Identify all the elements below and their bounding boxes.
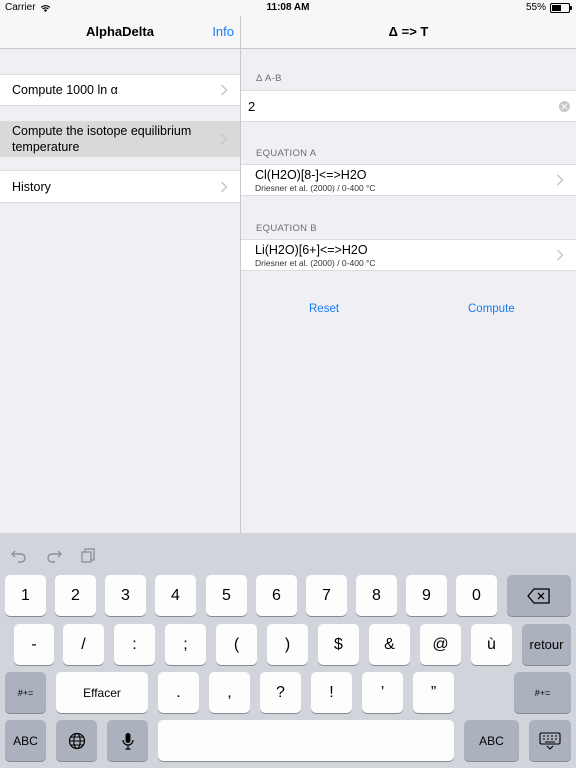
- key-9[interactable]: 9: [406, 575, 447, 616]
- symbols-key-right[interactable]: #+=: [514, 672, 571, 713]
- key-open-paren[interactable]: (: [216, 624, 257, 665]
- chevron-right-icon: [220, 133, 228, 145]
- detail-pane: Δ => T Δ A-B EQUATION A Cl(H2O)[8-]<=>H2…: [241, 16, 576, 533]
- key-0[interactable]: 0: [456, 575, 497, 616]
- key-u-grave[interactable]: ù: [471, 624, 512, 665]
- hide-keyboard-key[interactable]: [529, 720, 571, 761]
- equation-b-title: Li(H2O)[6+]<=>H2O: [255, 243, 368, 257]
- key-8[interactable]: 8: [356, 575, 397, 616]
- master-pane: AlphaDelta Info Compute 1000 ln α Comput…: [0, 16, 240, 533]
- equation-b-header: EQUATION B: [256, 223, 317, 234]
- key-at[interactable]: @: [420, 624, 461, 665]
- effacer-key[interactable]: Effacer: [56, 672, 148, 713]
- equation-a-cell[interactable]: Cl(H2O)[8-]<=>H2O Driesner et al. (2000)…: [241, 164, 576, 196]
- compute-button[interactable]: Compute: [468, 303, 515, 315]
- paste-icon[interactable]: [80, 547, 98, 563]
- battery-fill: [552, 4, 561, 11]
- key-6[interactable]: 6: [256, 575, 297, 616]
- keyboard-dismiss-icon: [539, 731, 561, 750]
- key-1[interactable]: 1: [5, 575, 46, 616]
- status-time: 11:08 AM: [266, 2, 310, 13]
- chevron-right-icon: [220, 84, 228, 96]
- delta-field: [241, 90, 576, 122]
- menu-item-history[interactable]: History: [0, 170, 240, 203]
- equation-a-subtitle: Driesner et al. (2000) / 0-400 °C: [255, 183, 376, 193]
- chevron-right-icon: [556, 174, 564, 186]
- key-hyphen[interactable]: -: [14, 624, 54, 665]
- space-key[interactable]: [158, 720, 454, 761]
- reset-button[interactable]: Reset: [309, 303, 339, 315]
- key-3[interactable]: 3: [105, 575, 146, 616]
- status-right: 55%: [525, 2, 572, 13]
- key-apostrophe[interactable]: ’: [362, 672, 403, 713]
- microphone-icon: [121, 732, 134, 750]
- backspace-icon: [527, 587, 550, 604]
- key-ampersand[interactable]: &: [369, 624, 410, 665]
- key-7[interactable]: 7: [306, 575, 347, 616]
- key-period[interactable]: .: [158, 672, 199, 713]
- detail-navbar: Δ => T: [241, 16, 576, 49]
- key-quote[interactable]: ”: [413, 672, 454, 713]
- keyboard: 1 2 3 4 5 6 7 8 9 0 - / : ; ( ) $ & @ ù …: [0, 533, 576, 768]
- key-close-paren[interactable]: ): [267, 624, 308, 665]
- key-2[interactable]: 2: [55, 575, 96, 616]
- equation-b-subtitle: Driesner et al. (2000) / 0-400 °C: [255, 258, 376, 268]
- detail-title: Δ => T: [388, 24, 429, 39]
- key-4[interactable]: 4: [155, 575, 196, 616]
- abc-key-left[interactable]: ABC: [5, 720, 46, 761]
- menu-item-compute-ln-alpha[interactable]: Compute 1000 ln α: [0, 74, 240, 106]
- backspace-key[interactable]: [507, 575, 571, 616]
- master-title: AlphaDelta: [86, 24, 154, 39]
- key-comma[interactable]: ,: [209, 672, 250, 713]
- key-5[interactable]: 5: [206, 575, 247, 616]
- redo-icon[interactable]: [45, 547, 63, 563]
- info-button[interactable]: Info: [212, 24, 234, 39]
- equation-a-header: EQUATION A: [256, 148, 317, 159]
- dictation-key[interactable]: [107, 720, 148, 761]
- globe-key[interactable]: [56, 720, 97, 761]
- key-colon[interactable]: :: [114, 624, 155, 665]
- equation-a-title: Cl(H2O)[8-]<=>H2O: [255, 168, 367, 182]
- menu-item-label: Compute 1000 ln α: [12, 83, 118, 97]
- chevron-right-icon: [556, 249, 564, 261]
- globe-icon: [68, 732, 85, 749]
- status-bar: Carrier 11:08 AM 55%: [0, 0, 576, 16]
- menu-item-label: Compute the isotope equilibrium temperat…: [12, 124, 192, 154]
- clear-icon[interactable]: [559, 101, 570, 112]
- key-slash[interactable]: /: [63, 624, 104, 665]
- delta-section-header: Δ A-B: [256, 73, 282, 84]
- menu-item-equilibrium-temperature[interactable]: Compute the isotope equilibrium temperat…: [0, 121, 240, 157]
- menu-item-label: History: [12, 179, 51, 194]
- key-semicolon[interactable]: ;: [165, 624, 206, 665]
- key-question[interactable]: ?: [260, 672, 301, 713]
- undo-icon[interactable]: [10, 547, 28, 563]
- delta-input[interactable]: [248, 97, 548, 115]
- chevron-right-icon: [220, 180, 228, 193]
- battery-icon: [550, 2, 572, 13]
- key-dollar[interactable]: $: [318, 624, 359, 665]
- abc-key-right[interactable]: ABC: [464, 720, 519, 761]
- equation-b-cell[interactable]: Li(H2O)[6+]<=>H2O Driesner et al. (2000)…: [241, 239, 576, 271]
- key-exclamation[interactable]: !: [311, 672, 352, 713]
- battery-percent: 55%: [525, 2, 546, 13]
- symbols-key-left[interactable]: #+=: [5, 672, 46, 713]
- master-navbar: AlphaDelta Info: [0, 16, 240, 49]
- return-key[interactable]: retour: [522, 624, 571, 665]
